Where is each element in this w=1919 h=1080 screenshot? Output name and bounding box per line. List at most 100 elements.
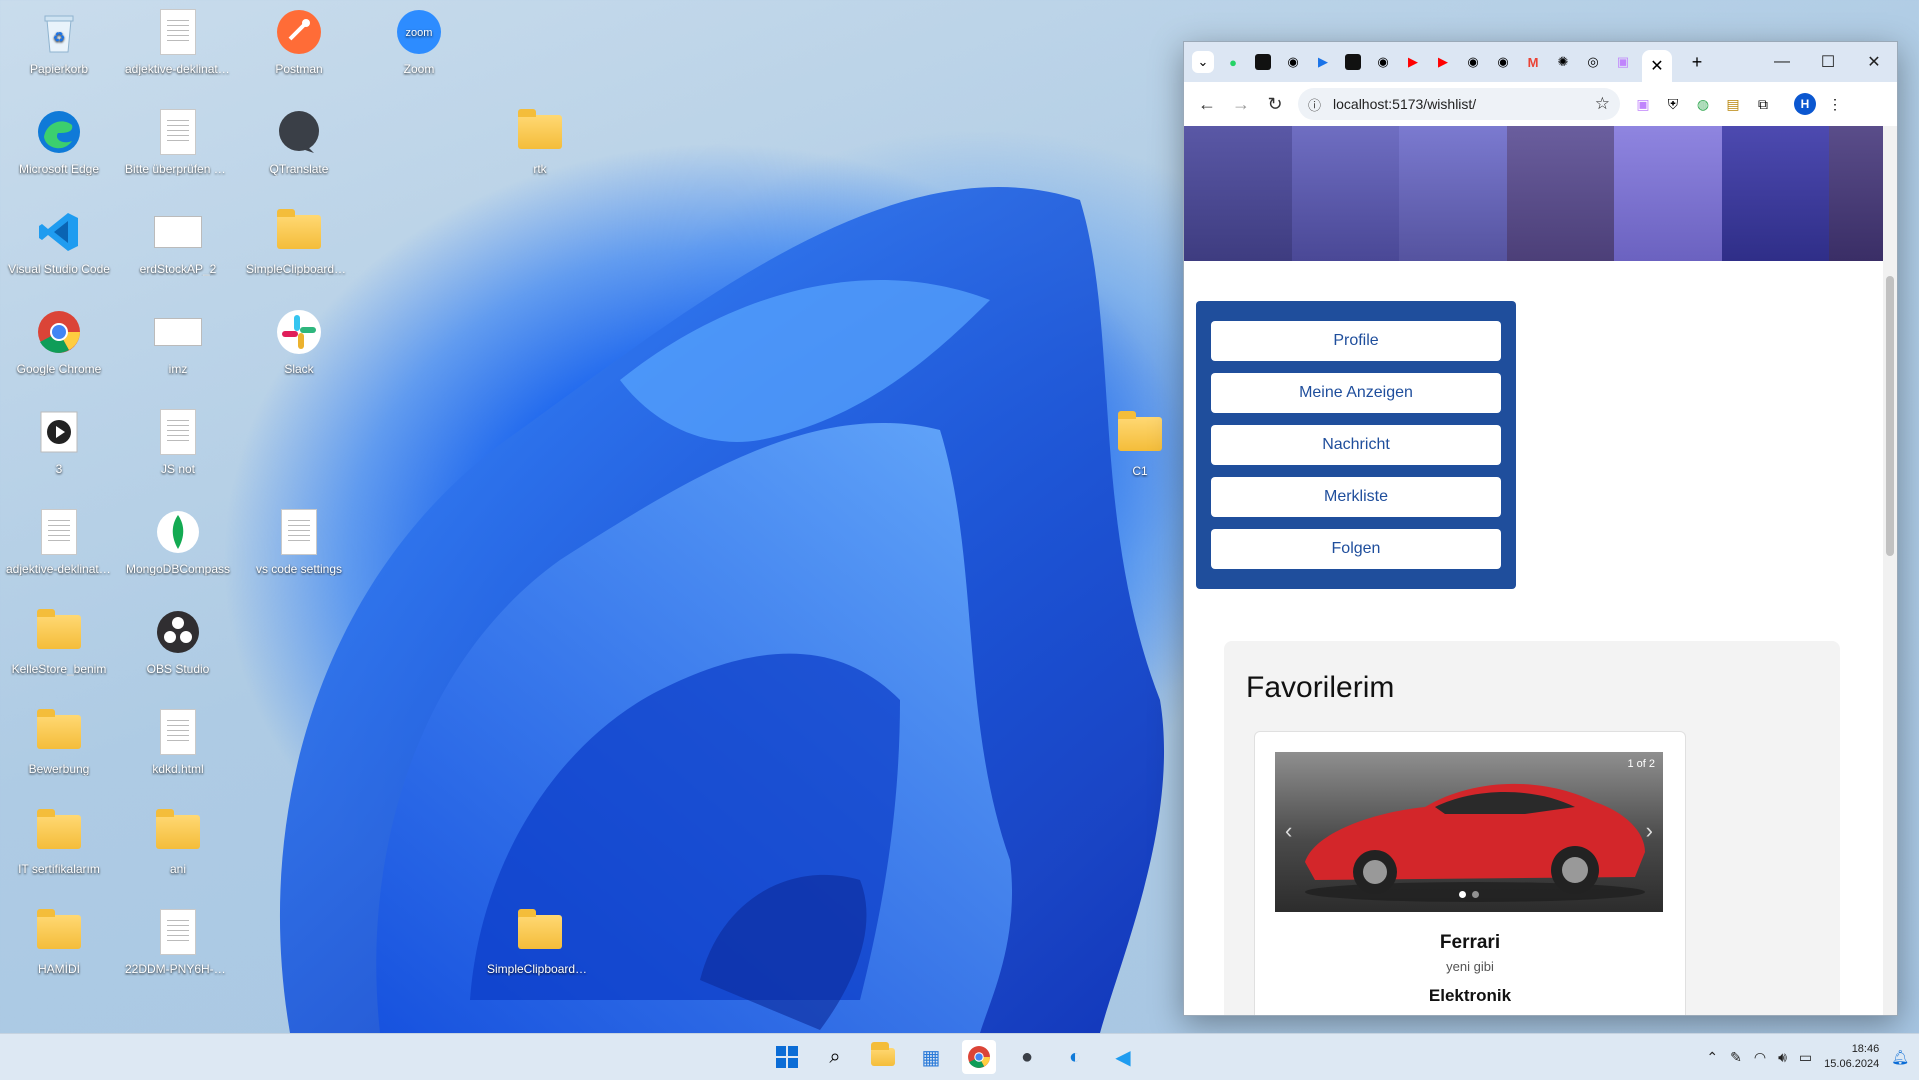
tab-search-icon[interactable]: ⌄	[1192, 51, 1214, 73]
desktop-icon-c1[interactable]: C1	[1085, 408, 1195, 478]
scrollbar-thumb[interactable]	[1886, 276, 1894, 556]
chevron-up-icon[interactable]: ⌃	[1706, 1049, 1718, 1066]
qtranslate-taskbar-icon[interactable]: ●	[1010, 1040, 1044, 1074]
desktop-icon-imz[interactable]: imz	[123, 306, 233, 376]
close-tab-icon[interactable]: ✕	[1650, 56, 1663, 76]
file-explorer-icon[interactable]	[866, 1040, 900, 1074]
search-icon[interactable]: ⌕	[818, 1040, 852, 1074]
tab-github-icon[interactable]: ◉	[1492, 51, 1514, 73]
wifi-icon[interactable]: ◠	[1754, 1049, 1766, 1066]
browser-window: ⌄ ● ◉ ▶ ◉ ▶ ▶ ◉ ◉ M ✺ ◎ ▣ ✕ + — ☐ ✕ ← → …	[1183, 41, 1898, 1016]
menu-nachricht-button[interactable]: Nachricht	[1211, 425, 1501, 465]
car-image-carousel[interactable]: 1 of 2 ‹ ›	[1275, 752, 1663, 912]
carousel-dot[interactable]	[1459, 891, 1466, 898]
minimize-button[interactable]: —	[1759, 42, 1805, 82]
url-input[interactable]	[1331, 95, 1595, 113]
desktop-icon-mongodbcompass[interactable]: MongoDBCompass	[123, 506, 233, 576]
forward-icon[interactable]: →	[1224, 87, 1258, 121]
maximize-button[interactable]: ☐	[1805, 42, 1851, 82]
svg-text:♻: ♻	[53, 29, 66, 45]
tab-github-icon[interactable]: ◉	[1372, 51, 1394, 73]
pen-icon[interactable]: ✎	[1730, 1049, 1742, 1066]
desktop-icon-edge[interactable]: Microsoft Edge	[4, 106, 114, 176]
extension-icon[interactable]: ◍	[1688, 89, 1718, 119]
desktop-icon-kellestore[interactable]: KelleStore_benim	[4, 606, 114, 676]
carousel-dot[interactable]	[1472, 891, 1479, 898]
desktop-icon-postman[interactable]: Postman	[244, 6, 354, 76]
tab-youtube-icon[interactable]: ▶	[1402, 51, 1424, 73]
desktop-icon-rtk[interactable]: rtk	[485, 106, 595, 176]
tab-gmail-icon[interactable]: M	[1522, 51, 1544, 73]
tab-app-icon[interactable]	[1255, 54, 1271, 70]
desktop-icon-chrome[interactable]: Google Chrome	[4, 306, 114, 376]
menu-meine-anzeigen-button[interactable]: Meine Anzeigen	[1211, 373, 1501, 413]
edge-taskbar-icon[interactable]: ◐	[1058, 1040, 1092, 1074]
desktop-icon-slack[interactable]: Slack	[244, 306, 354, 376]
volume-icon[interactable]: 🔊︎	[1778, 1049, 1787, 1066]
site-info-icon[interactable]: ⓘ	[1308, 95, 1321, 114]
desktop-icon-erdstock[interactable]: erdStockAP_2	[123, 206, 233, 276]
desktop-icon-label: Visual Studio Code	[8, 262, 110, 276]
tab-app2-icon[interactable]	[1345, 54, 1361, 70]
new-tab-button[interactable]: +	[1686, 51, 1708, 73]
close-window-button[interactable]: ✕	[1851, 42, 1897, 82]
spreadsheet-file-icon	[33, 506, 85, 558]
desktop-icon-label: 22DDM-PNY6H-D...	[125, 962, 233, 976]
back-icon[interactable]: ←	[1190, 87, 1224, 121]
profile-button[interactable]: H	[1790, 89, 1820, 119]
desktop-icon-adjektive-1[interactable]: adjektive-deklinatio...	[123, 6, 233, 76]
desktop-icon-22ddm[interactable]: 22DDM-PNY6H-D...	[123, 906, 233, 976]
desktop-icon-qtranslate[interactable]: QTranslate	[244, 106, 354, 176]
desktop-icon-3[interactable]: 3	[4, 406, 114, 476]
favorite-card[interactable]: 1 of 2 ‹ › Ferrari yeni gibi Elektronik	[1254, 731, 1686, 1015]
desktop-icon-bewerbung[interactable]: Bewerbung	[4, 706, 114, 776]
desktop-icon-label: SimpleClipboardEdi...	[246, 262, 354, 276]
desktop-icon-recycle-bin[interactable]: ♻ Papierkorb	[4, 6, 114, 76]
clock[interactable]: 18:46 15.06.2024	[1824, 1042, 1879, 1072]
tab-chrome-icon[interactable]: ◎	[1582, 51, 1604, 73]
desktop-icon-label: Zoom	[403, 62, 435, 76]
start-windows-icon[interactable]	[770, 1040, 804, 1074]
notification-bell-icon[interactable]: 🔔︎	[1891, 1049, 1909, 1066]
desktop-icon-it-sertifikalarim[interactable]: IT sertifikalarım	[4, 806, 114, 876]
vscode-taskbar-icon[interactable]: ◀	[1106, 1040, 1140, 1074]
desktop-icon-kdkd[interactable]: kdkd.html	[123, 706, 233, 776]
desktop-icon-simpleclipboard-2[interactable]: SimpleClipboardEdi...	[485, 906, 595, 976]
desktop-icon-bitte[interactable]: Bitte überprüfen Sie	[123, 106, 233, 176]
menu-profile-button[interactable]: Profile	[1211, 321, 1501, 361]
bookmark-star-icon[interactable]: ☆	[1595, 94, 1610, 114]
desktop-icon-zoom[interactable]: zoom Zoom	[364, 6, 474, 76]
desktop-icon-obs[interactable]: OBS Studio	[123, 606, 233, 676]
menu-merkliste-button[interactable]: Merkliste	[1211, 477, 1501, 517]
chrome-taskbar-icon[interactable]	[962, 1040, 996, 1074]
carousel-prev-icon[interactable]: ‹	[1285, 818, 1292, 844]
menu-folgen-button[interactable]: Folgen	[1211, 529, 1501, 569]
shield-extension-icon[interactable]: ⛨	[1658, 89, 1688, 119]
tab-github-icon[interactable]: ◉	[1282, 51, 1304, 73]
carousel-next-icon[interactable]: ›	[1646, 818, 1653, 844]
reload-icon[interactable]: ↻	[1258, 87, 1292, 121]
address-bar[interactable]: ⓘ ☆	[1298, 88, 1620, 120]
active-tab[interactable]: ✕	[1642, 50, 1672, 82]
desktop-icon-adjektive-2[interactable]: adjektive-deklinatio...	[4, 506, 114, 576]
tab-app3-icon[interactable]: ▣	[1612, 51, 1634, 73]
desktop-icon-ani[interactable]: ani	[123, 806, 233, 876]
extensions-puzzle-icon[interactable]: ⧉	[1748, 89, 1778, 119]
tab-media-icon[interactable]: ▶	[1312, 51, 1334, 73]
desktop-icon-js-not[interactable]: JS not	[123, 406, 233, 476]
tab-youtube-icon[interactable]: ▶	[1432, 51, 1454, 73]
tab-github-icon[interactable]: ◉	[1462, 51, 1484, 73]
tab-whatsapp-icon[interactable]: ●	[1222, 51, 1244, 73]
extension-icon[interactable]: ▣	[1628, 89, 1658, 119]
battery-icon[interactable]: ▭	[1799, 1049, 1812, 1066]
control-panel-icon[interactable]: ▦	[914, 1040, 948, 1074]
desktop-icon-hamidi[interactable]: HAMİDİ	[4, 906, 114, 976]
menu-kebab-icon[interactable]: ⋮	[1820, 89, 1850, 119]
extension-icon[interactable]: ▤	[1718, 89, 1748, 119]
desktop-icon-vscode[interactable]: Visual Studio Code	[4, 206, 114, 276]
tab-openai-icon[interactable]: ✺	[1552, 51, 1574, 73]
page-scrollbar[interactable]	[1883, 126, 1897, 1015]
desktop-icon-simpleclipboard-1[interactable]: SimpleClipboardEdi...	[244, 206, 354, 276]
desktop-icon-vscode-settings[interactable]: vs code settings	[244, 506, 354, 576]
postman-icon	[273, 6, 325, 58]
